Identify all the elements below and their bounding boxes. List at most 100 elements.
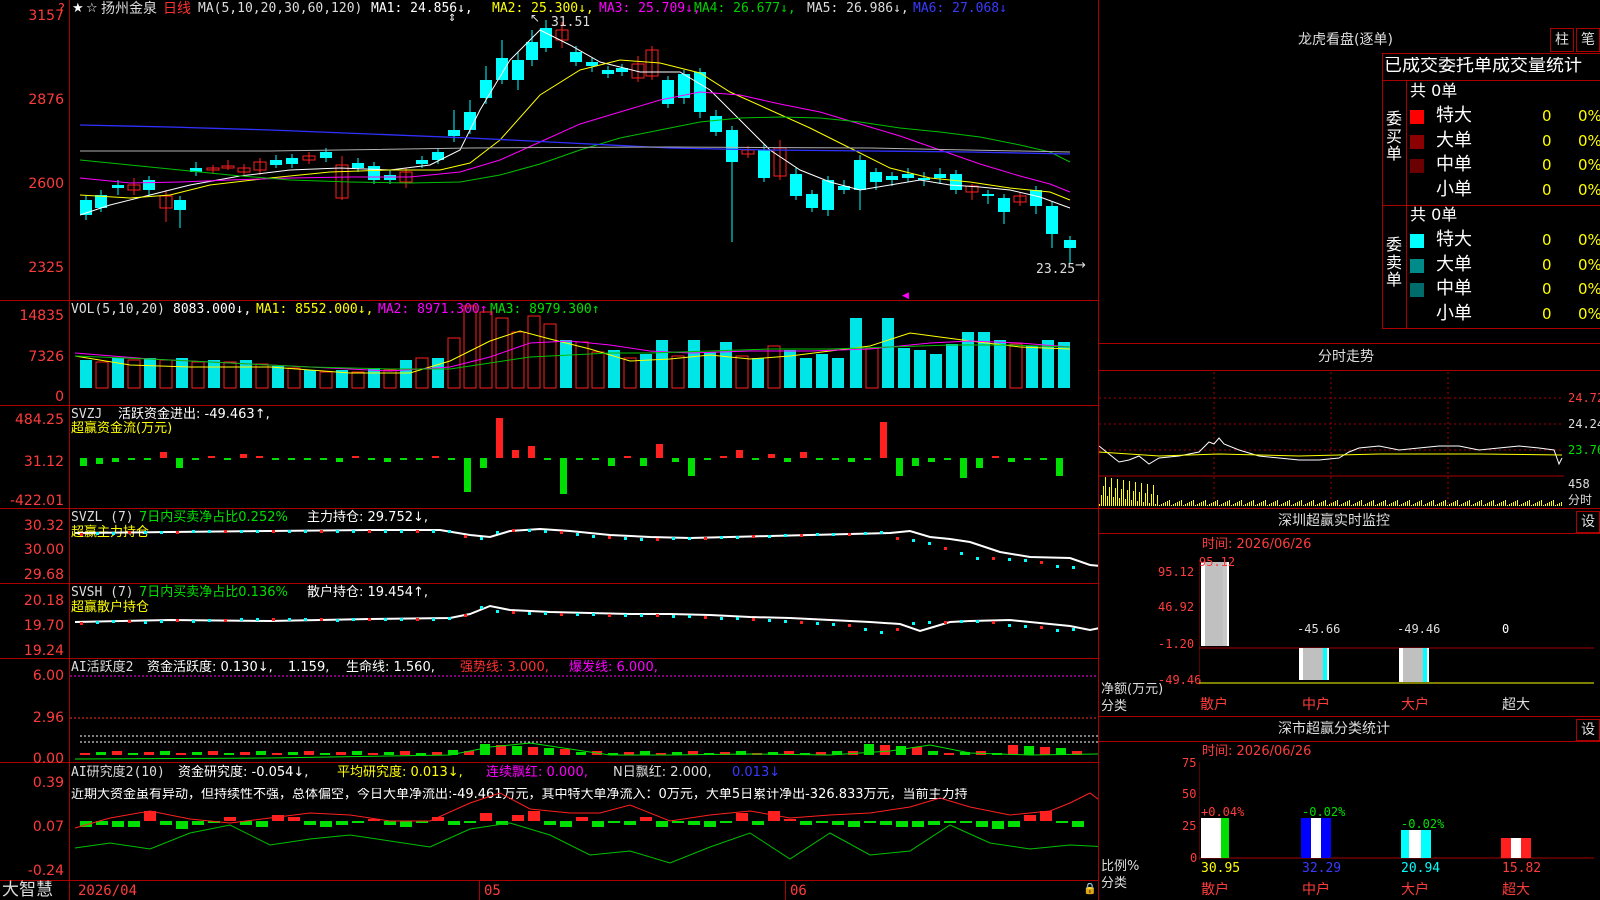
svzl-dot	[448, 530, 451, 533]
ai-active-bar	[1024, 746, 1034, 755]
svzl-dot	[992, 557, 995, 560]
fenshi-vol-bar	[1265, 500, 1266, 506]
lhb-tabs[interactable]: 已成交委托单成交量统计	[1384, 57, 1600, 75]
lhb-sell-row-value: 0	[1542, 231, 1552, 249]
svzl-dot	[720, 536, 723, 539]
event-marker-icon[interactable]: ◀	[902, 292, 909, 301]
classify-change-1: +0.04%	[1201, 805, 1245, 819]
volume-chart[interactable]	[70, 301, 1098, 405]
candle-body	[602, 70, 614, 74]
ai-research-bar	[400, 821, 412, 827]
classify-settings-button[interactable]: 设	[1576, 719, 1600, 741]
fenshi-vol-bar	[1201, 502, 1202, 506]
svsh-chart[interactable]	[70, 584, 1098, 658]
volume-bar	[144, 358, 156, 388]
svzj-bar	[1040, 458, 1047, 460]
classify-cat-3: 大户	[1401, 882, 1429, 898]
fenshi-vol-bar	[1477, 502, 1478, 506]
svzl-dot	[304, 530, 307, 533]
fenshi-vol-bar	[1207, 505, 1208, 506]
ai-research-bar	[1008, 821, 1020, 827]
fenshi-vol-bar	[1209, 504, 1210, 506]
fenshi-vol-bar	[1497, 504, 1498, 506]
candle-body	[710, 116, 722, 132]
svzl-dot	[320, 530, 323, 533]
svzj-bar	[1024, 458, 1031, 460]
ai-active-bar	[144, 752, 154, 755]
fenshi-vol-bar	[1517, 500, 1518, 506]
fenshi-vol-bar	[1111, 478, 1112, 506]
fenshi-vol-bar	[1351, 505, 1352, 506]
volume-bar	[208, 360, 220, 388]
volume-bar	[191, 361, 205, 389]
svzl-dot	[96, 532, 99, 535]
candle-body	[270, 160, 282, 165]
ai-research-bar	[224, 817, 236, 821]
classify-date: 时间: 2026/06/26	[1202, 744, 1312, 759]
ai-research-bar	[608, 821, 620, 823]
ai-research-bar	[288, 817, 300, 821]
svzj-bar	[176, 458, 183, 468]
ai-research-chart[interactable]	[70, 763, 1098, 880]
svsh-dot	[560, 613, 563, 616]
svsh-dot	[1072, 628, 1075, 631]
svsh-dot	[928, 621, 931, 624]
monitor-settings-button[interactable]: 设	[1576, 511, 1600, 533]
ai-research-bar	[720, 821, 732, 823]
ai-research-bar	[384, 821, 396, 825]
candle-body	[902, 174, 914, 178]
lhb-title: 龙虎看盘(逐单)	[1298, 32, 1393, 48]
svsh-axis-3: 19.24	[23, 643, 64, 659]
fenshi-vol-bar	[1421, 500, 1422, 506]
volume-bar	[994, 340, 1006, 388]
volume-bar	[95, 361, 109, 389]
fenshi-vol-bar	[1435, 505, 1436, 506]
fenshi-vol-bar	[1191, 501, 1192, 506]
fenshi-vol-bar	[1297, 502, 1298, 506]
svzl-chart[interactable]	[70, 509, 1098, 583]
svzj-bar	[832, 458, 839, 460]
lhb-bi-button[interactable]: 笔	[1576, 28, 1600, 52]
lhb-zhu-button[interactable]: 柱	[1550, 28, 1574, 52]
ai-active-bar	[1008, 745, 1018, 755]
candle-body	[320, 152, 332, 158]
ai-research-bar	[656, 821, 668, 827]
svzj-bar	[976, 458, 983, 468]
svzl-dot	[768, 535, 771, 538]
fenshi-vol-bar	[1135, 482, 1136, 506]
fenshi-vol-bar	[1507, 505, 1508, 506]
fenshi-vol-bar	[1355, 503, 1356, 506]
svzj-bar	[240, 454, 247, 458]
ai-research-axis-1: 0.39	[32, 775, 64, 791]
ai-research-bar	[944, 821, 956, 823]
fenshi-vol-bar	[1231, 505, 1232, 506]
fenshi-vol-bar	[1393, 502, 1394, 506]
ai-research-bar	[688, 821, 700, 825]
classify-chart[interactable]	[1199, 762, 1594, 860]
svzj-bar	[96, 458, 103, 464]
svzl-dot	[528, 529, 531, 532]
lhb-sell-row-percent: 0%	[1578, 257, 1600, 273]
fenshi-vol-bar	[1177, 502, 1178, 506]
svzj-bar	[656, 444, 663, 458]
svzj-bar	[352, 456, 359, 458]
svzl-dot	[192, 530, 195, 533]
lock-icon[interactable]: 🔒	[1083, 883, 1097, 894]
fenshi-vol-bar	[1481, 500, 1482, 506]
ai-research-bar	[672, 821, 684, 823]
lhb-buy-row-percent: 0%	[1578, 109, 1600, 124]
svzj-bar	[896, 458, 903, 476]
ai-research-bar	[528, 811, 540, 821]
svzj-chart[interactable]	[70, 406, 1098, 508]
ai-research-bar	[1072, 821, 1084, 827]
fenshi-vol-bar	[1387, 505, 1388, 506]
fenshi-vol-bar	[1305, 504, 1306, 506]
lhb-sell-row-value: 0	[1542, 304, 1552, 323]
bottom-axis-line	[0, 880, 1099, 881]
ai-active-bar	[1040, 747, 1050, 755]
svzj-bar	[144, 458, 151, 460]
ai-active-chart[interactable]	[70, 659, 1098, 762]
fenshi-chart[interactable]	[1099, 372, 1564, 507]
svzl-dot	[224, 530, 227, 533]
kline-chart[interactable]	[70, 0, 1098, 300]
